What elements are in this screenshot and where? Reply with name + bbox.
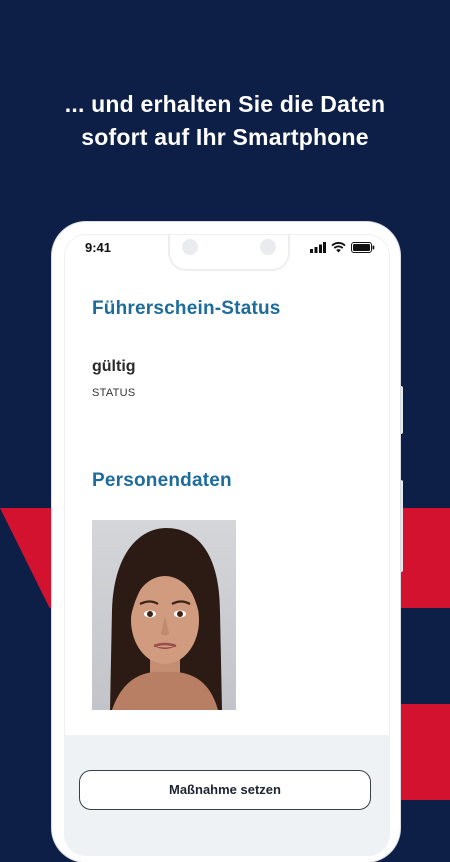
status-icons (310, 242, 375, 253)
status-time: 9:41 (85, 240, 112, 255)
portrait-photo (92, 520, 236, 710)
set-measure-button[interactable]: Maßnahme setzen (79, 770, 371, 810)
headline-line-2: sofort auf Ihr Smartphone (81, 124, 369, 150)
action-bar: Maßnahme setzen (65, 735, 389, 855)
signal-icon (310, 242, 326, 253)
license-status-label: STATUS (92, 387, 136, 399)
phone-screen: 9:41 Führerschein-Status gültig STATUS P… (64, 234, 390, 856)
headline-line-1: ... und erhalten Sie die Daten (64, 91, 386, 117)
license-status-title: Führerschein-Status (92, 298, 281, 319)
camera-sensor-icon (182, 239, 198, 255)
battery-icon (351, 242, 375, 253)
phone-frame: 9:41 Führerschein-Status gültig STATUS P… (52, 222, 400, 862)
wifi-icon (331, 242, 346, 253)
red-stripe-right-bottom (392, 704, 450, 800)
speaker-sensor-icon (260, 239, 276, 255)
personal-data-title: Personendaten (92, 470, 232, 491)
license-status-value: gültig (92, 358, 136, 375)
promo-headline: ... und erhalten Sie die Daten sofort au… (0, 88, 450, 154)
phone-notch (168, 235, 290, 271)
